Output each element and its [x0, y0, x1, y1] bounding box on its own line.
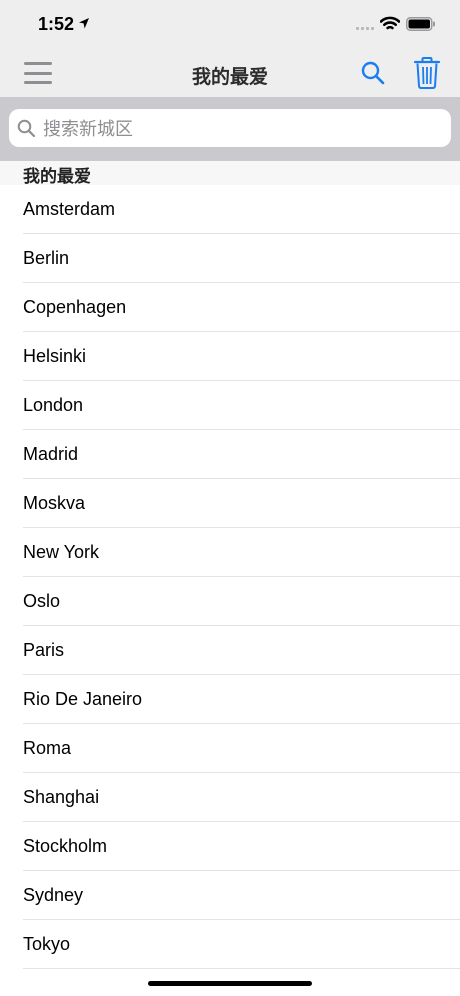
- list-item[interactable]: Amsterdam: [0, 185, 460, 234]
- home-indicator: [148, 981, 312, 986]
- magnifier-icon: [17, 119, 36, 138]
- list-item[interactable]: London: [0, 381, 460, 430]
- list-item[interactable]: Berlin: [0, 234, 460, 283]
- city-name: London: [23, 395, 84, 415]
- city-name: New York: [23, 542, 100, 562]
- status-time: 1:52: [38, 14, 75, 34]
- list-item[interactable]: Copenhagen: [0, 283, 460, 332]
- city-name: Stockholm: [23, 836, 108, 856]
- city-name: Shanghai: [23, 787, 100, 807]
- city-name: Roma: [23, 738, 72, 758]
- city-name: Sydney: [23, 885, 84, 905]
- city-name: Amsterdam: [23, 199, 116, 219]
- section-header: 我的最爱: [0, 161, 460, 187]
- trash-icon[interactable]: [413, 57, 441, 89]
- list-item[interactable]: Madrid: [0, 430, 460, 479]
- list-item[interactable]: Roma: [0, 724, 460, 773]
- cellular-signal-icon: [356, 27, 374, 30]
- list-item[interactable]: Moskva: [0, 479, 460, 528]
- battery-icon: [406, 17, 435, 31]
- city-name: Copenhagen: [23, 297, 127, 317]
- city-name: Paris: [23, 640, 65, 660]
- search-field[interactable]: [9, 109, 451, 149]
- city-name: Helsinki: [23, 346, 87, 366]
- list-item[interactable]: Shanghai: [0, 773, 460, 822]
- page-title: 我的最爱: [191, 67, 268, 88]
- section-header-label: 我的最爱: [23, 167, 91, 187]
- list-item[interactable]: Paris: [0, 626, 460, 675]
- list-item[interactable]: Tokyo: [0, 920, 460, 969]
- list-item[interactable]: Rio De Janeiro: [0, 675, 460, 724]
- city-name: Moskva: [23, 493, 86, 513]
- city-name: Oslo: [23, 591, 61, 611]
- wifi-icon: [380, 16, 400, 30]
- list-item[interactable]: Helsinki: [0, 332, 460, 381]
- search-input[interactable]: [41, 109, 445, 149]
- list-item[interactable]: New York: [0, 528, 460, 577]
- search-icon[interactable]: [360, 60, 386, 86]
- city-name: Madrid: [23, 444, 79, 464]
- navigation-bar: 1:52 我的最爱: [0, 0, 460, 97]
- search-bar: [0, 97, 460, 161]
- list-item[interactable]: Stockholm: [0, 822, 460, 871]
- city-name: Rio De Janeiro: [23, 689, 143, 709]
- city-name: Tokyo: [23, 934, 71, 954]
- city-list: Amsterdam Berlin Copenhagen Helsinki Lon…: [0, 185, 460, 969]
- city-name: Berlin: [23, 248, 70, 268]
- location-arrow-icon: [79, 18, 89, 29]
- list-item[interactable]: Sydney: [0, 871, 460, 920]
- list-item[interactable]: Oslo: [0, 577, 460, 626]
